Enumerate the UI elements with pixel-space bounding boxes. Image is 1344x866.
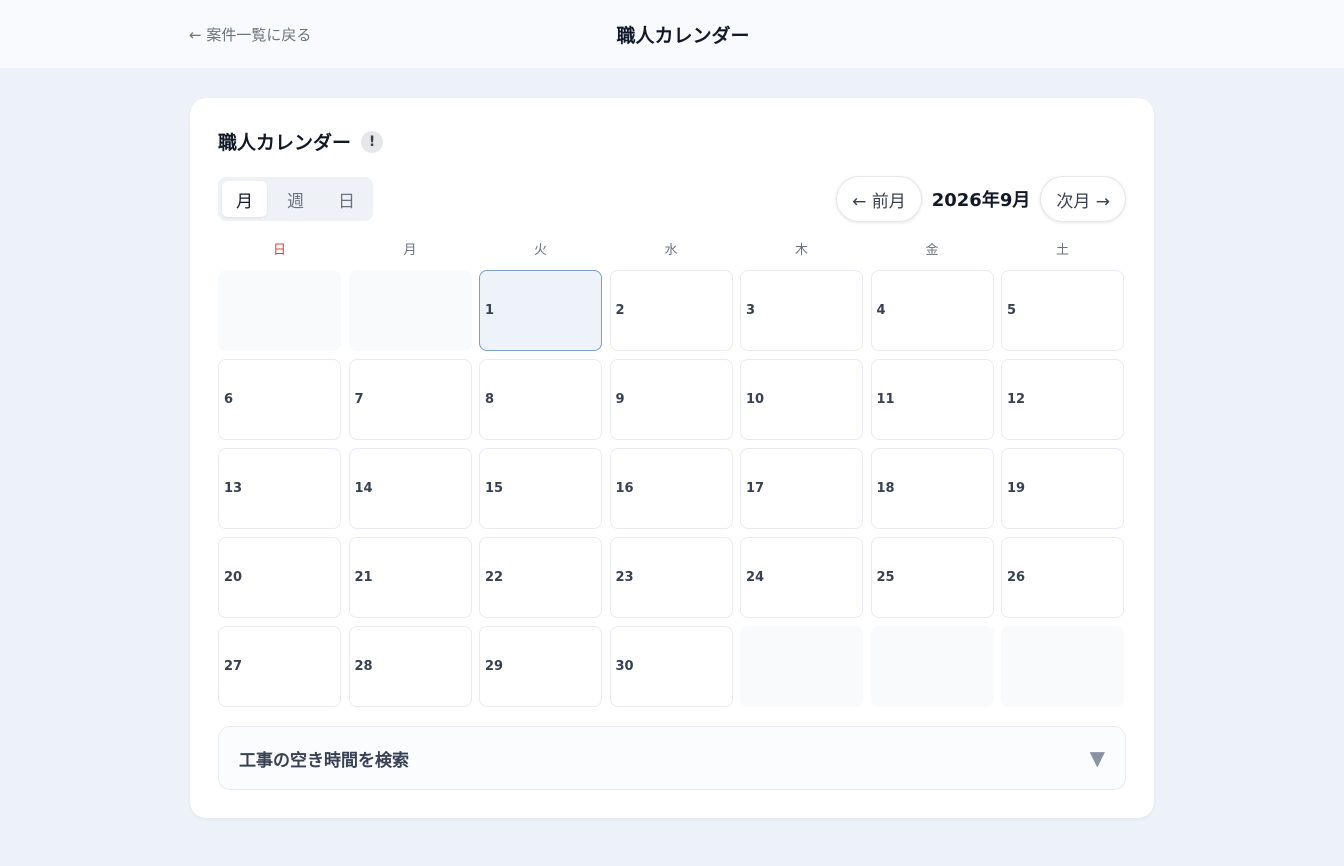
calendar-day-12[interactable]: 12 <box>1001 359 1124 440</box>
weekday-tue: 火 <box>533 243 547 258</box>
calendar-day-20[interactable]: 20 <box>218 537 341 618</box>
weekday-mon: 月 <box>403 243 417 258</box>
month-navigation: ← 前月 2026年9月 次月 → <box>836 176 1126 222</box>
prev-month-button[interactable]: ← 前月 <box>836 176 922 222</box>
calendar-day-29[interactable]: 29 <box>479 626 602 707</box>
calendar-day-2[interactable]: 2 <box>609 270 733 351</box>
calendar-blank-cell <box>1001 626 1124 707</box>
calendar-day-27[interactable]: 27 <box>218 626 341 707</box>
calendar-day-5[interactable]: 5 <box>1001 270 1124 351</box>
view-toggle: 月 週 日 <box>218 177 373 221</box>
calendar-day-19[interactable]: 19 <box>1001 448 1124 529</box>
free-time-search-toggle[interactable]: 工事の空き時間を検索 ▼ <box>218 726 1126 790</box>
chevron-down-icon: ▼ <box>1089 746 1105 770</box>
calendar-day-1[interactable]: 1 <box>479 270 602 351</box>
page-title: 職人カレンダー <box>616 25 750 47</box>
calendar-day-24[interactable]: 24 <box>740 537 863 618</box>
calendar-day-15[interactable]: 15 <box>479 448 602 529</box>
card-title-text: 職人カレンダー <box>218 132 352 154</box>
weekday-sun: 日 <box>272 243 286 258</box>
calendar-day-25[interactable]: 25 <box>870 537 994 618</box>
calendar-blank-cell <box>740 626 863 707</box>
calendar-day-22[interactable]: 22 <box>479 537 602 618</box>
calendar-day-28[interactable]: 28 <box>348 626 472 707</box>
calendar-day-11[interactable]: 11 <box>870 359 994 440</box>
calendar-card: 職人カレンダー ! 月 週 日 ← 前月 2026年9月 次月 → 日 月 火 … <box>190 98 1154 818</box>
calendar-day-17[interactable]: 17 <box>740 448 863 529</box>
calendar-day-7[interactable]: 7 <box>348 359 472 440</box>
calendar-day-6[interactable]: 6 <box>218 359 341 440</box>
view-month-button[interactable]: 月 <box>222 181 267 217</box>
calendar-blank-cell <box>218 270 341 351</box>
card-title: 職人カレンダー ! <box>218 128 384 155</box>
current-month-label: 2026年9月 <box>931 190 1031 211</box>
calendar-day-10[interactable]: 10 <box>740 359 863 440</box>
calendar-day-18[interactable]: 18 <box>870 448 994 529</box>
calendar-day-3[interactable]: 3 <box>740 270 863 351</box>
calendar-day-30[interactable]: 30 <box>609 626 733 707</box>
search-panel-label: 工事の空き時間を検索 <box>239 750 409 771</box>
weekday-wed: 水 <box>664 243 678 258</box>
weekday-sat: 土 <box>1055 243 1069 258</box>
calendar-blank-cell <box>870 626 994 707</box>
calendar-day-23[interactable]: 23 <box>609 537 733 618</box>
info-icon[interactable]: ! <box>361 130 384 153</box>
next-month-button[interactable]: 次月 → <box>1040 176 1126 222</box>
calendar-day-8[interactable]: 8 <box>479 359 602 440</box>
weekday-header: 日 月 火 水 木 金 土 <box>218 239 1126 259</box>
top-bar: ← 案件一覧に戻る 職人カレンダー <box>0 0 1344 68</box>
weekday-thu: 木 <box>794 243 808 258</box>
weekday-fri: 金 <box>925 243 939 258</box>
calendar-day-26[interactable]: 26 <box>1001 537 1124 618</box>
calendar-day-4[interactable]: 4 <box>870 270 994 351</box>
calendar-day-14[interactable]: 14 <box>348 448 472 529</box>
calendar-blank-cell <box>348 270 472 351</box>
view-day-button[interactable]: 日 <box>324 181 369 217</box>
calendar-grid: 1 2 3 4 5 6 7 8 9 10 11 12 13 14 15 16 17 18 19 20 21 22 23 24 2… <box>218 270 1126 707</box>
calendar-day-13[interactable]: 13 <box>218 448 341 529</box>
calendar-day-16[interactable]: 16 <box>609 448 733 529</box>
view-week-button[interactable]: 週 <box>273 181 318 217</box>
calendar-day-9[interactable]: 9 <box>609 359 733 440</box>
calendar-day-21[interactable]: 21 <box>348 537 472 618</box>
